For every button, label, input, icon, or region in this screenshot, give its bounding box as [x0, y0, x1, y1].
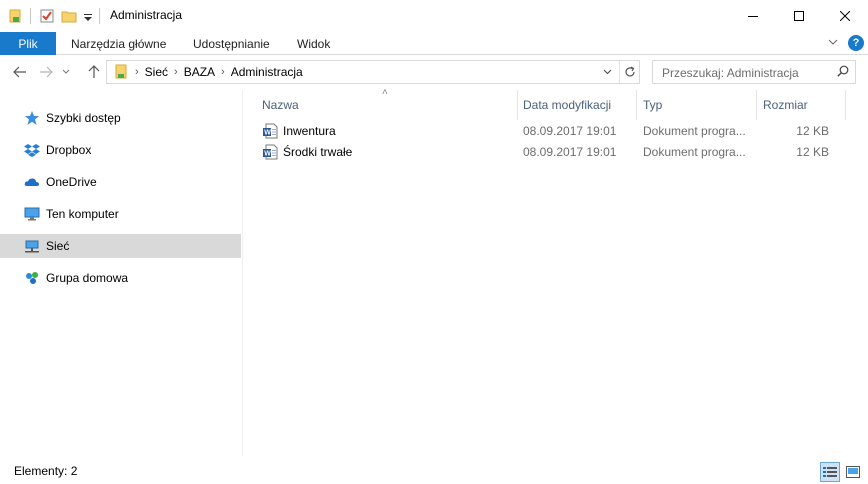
toolbar-separator	[99, 8, 100, 24]
sort-ascending-icon: ˄	[382, 87, 388, 98]
large-icons-view-button[interactable]	[843, 462, 863, 482]
details-view-button[interactable]	[820, 462, 840, 482]
file-date: 08.09.2017 19:01	[523, 145, 617, 159]
sidebar-item-onedrive[interactable]: OneDrive	[0, 170, 241, 194]
breadcrumb-separator[interactable]: ›	[135, 66, 139, 78]
file-size: 12 KB	[796, 145, 829, 159]
up-arrow-icon	[88, 65, 100, 78]
file-size: 12 KB	[796, 124, 829, 138]
sidebar-item-label: Ten komputer	[46, 207, 119, 221]
file-name: Środki trwałe	[283, 145, 353, 159]
file-date: 08.09.2017 19:01	[523, 124, 617, 138]
svg-text:W: W	[264, 151, 271, 158]
details-view-icon	[823, 467, 837, 477]
forward-button[interactable]	[36, 62, 56, 82]
sidebar-item-label: Sieć	[46, 239, 70, 253]
sidebar-item-label: Dropbox	[46, 143, 92, 157]
folder-pin-icon[interactable]	[8, 8, 24, 24]
tab-share[interactable]: Udostępnianie	[193, 32, 270, 55]
minimize-button[interactable]	[730, 0, 776, 31]
table-row[interactable]: W Środki trwałe 08.09.2017 19:01 Dokumen…	[257, 142, 857, 163]
network-icon	[24, 238, 40, 254]
back-arrow-icon	[13, 66, 26, 78]
column-header-name[interactable]: Nazwa	[262, 93, 299, 117]
status-bar: Elementy: 2	[0, 458, 868, 484]
minimize-icon	[748, 15, 758, 17]
network-folder-icon	[113, 64, 129, 80]
expand-ribbon-icon[interactable]	[828, 37, 838, 49]
new-folder-icon[interactable]	[61, 8, 77, 24]
address-dropdown-button[interactable]	[599, 61, 615, 83]
large-icons-view-icon	[846, 466, 860, 478]
cloud-icon	[24, 174, 40, 190]
breadcrumb-separator[interactable]: ›	[221, 66, 225, 78]
search-box[interactable]: Przeszukaj: Administracja	[652, 60, 856, 84]
close-icon	[840, 10, 850, 21]
tab-home[interactable]: Narzędzia główne	[71, 32, 166, 55]
breadcrumb-network[interactable]: Sieć	[145, 65, 168, 79]
title-bar: Administracja	[0, 0, 868, 32]
recent-locations-button[interactable]	[60, 62, 72, 82]
sidebar-item-quick-access[interactable]: Szybki dostęp	[0, 106, 241, 130]
computer-icon	[24, 206, 40, 222]
close-button[interactable]	[822, 0, 868, 31]
quick-access-toolbar	[8, 6, 108, 26]
homegroup-icon	[24, 270, 40, 286]
address-bar[interactable]: › Sieć › BAZA › Administracja	[106, 60, 640, 84]
customize-toolbar-icon[interactable]	[83, 8, 93, 24]
word-document-icon: W	[263, 144, 278, 160]
sidebar-item-label: OneDrive	[46, 175, 97, 189]
svg-text:W: W	[264, 130, 271, 137]
ribbon-controls: ?	[828, 35, 864, 51]
tab-file[interactable]: Plik	[0, 32, 56, 55]
sidebar-item-label: Szybki dostęp	[46, 111, 121, 125]
word-document-icon: W	[263, 123, 278, 139]
breadcrumb-separator[interactable]: ›	[174, 66, 178, 78]
search-placeholder[interactable]: Przeszukaj: Administracja	[662, 66, 799, 80]
tab-view[interactable]: Widok	[297, 32, 330, 55]
search-icon[interactable]	[837, 65, 849, 77]
sidebar-item-homegroup[interactable]: Grupa domowa	[0, 266, 241, 290]
file-type: Dokument progra...	[643, 145, 746, 159]
breadcrumb: › Sieć › BAZA › Administracja	[113, 61, 309, 83]
window-title: Administracja	[110, 8, 183, 22]
back-button[interactable]	[10, 62, 30, 82]
item-count: Elementy: 2	[14, 464, 78, 478]
breadcrumb-baza[interactable]: BAZA	[184, 65, 215, 79]
table-row[interactable]: W Inwentura 08.09.2017 19:01 Dokument pr…	[257, 121, 857, 142]
chevron-down-icon	[603, 69, 611, 75]
sidebar-item-dropbox[interactable]: Dropbox	[0, 138, 241, 162]
column-divider[interactable]	[636, 90, 637, 120]
refresh-button[interactable]	[619, 61, 639, 83]
help-icon[interactable]: ?	[848, 35, 864, 51]
column-divider[interactable]	[756, 90, 757, 120]
column-header-size[interactable]: Rozmiar	[763, 93, 808, 117]
file-list: ˄ Nazwa Data modyfikacji Typ Rozmiar W I…	[243, 87, 868, 456]
sidebar-item-label: Grupa domowa	[46, 271, 129, 285]
toolbar-separator	[30, 8, 31, 24]
navigation-pane: Szybki dostęp Dropbox OneDrive Ten kompu…	[0, 90, 242, 456]
column-divider[interactable]	[845, 90, 846, 120]
properties-icon[interactable]	[39, 8, 55, 24]
star-icon	[24, 110, 40, 126]
column-header-date[interactable]: Data modyfikacji	[523, 93, 611, 117]
breadcrumb-administracja[interactable]: Administracja	[231, 65, 303, 79]
forward-arrow-icon	[40, 66, 53, 78]
ribbon-tabs: Plik Narzędzia główne Udostępnianie Wido…	[0, 32, 868, 55]
file-name: Inwentura	[283, 124, 336, 138]
file-type: Dokument progra...	[643, 124, 746, 138]
up-button[interactable]	[84, 62, 104, 82]
maximize-icon	[794, 10, 804, 21]
maximize-button[interactable]	[776, 0, 822, 31]
sidebar-item-network[interactable]: Sieć	[0, 234, 241, 258]
chevron-down-icon	[62, 69, 70, 74]
sidebar-item-this-pc[interactable]: Ten komputer	[0, 202, 241, 226]
dropbox-icon	[24, 142, 40, 158]
column-divider[interactable]	[517, 90, 518, 120]
column-header-type[interactable]: Typ	[643, 93, 662, 117]
refresh-icon	[624, 66, 635, 77]
